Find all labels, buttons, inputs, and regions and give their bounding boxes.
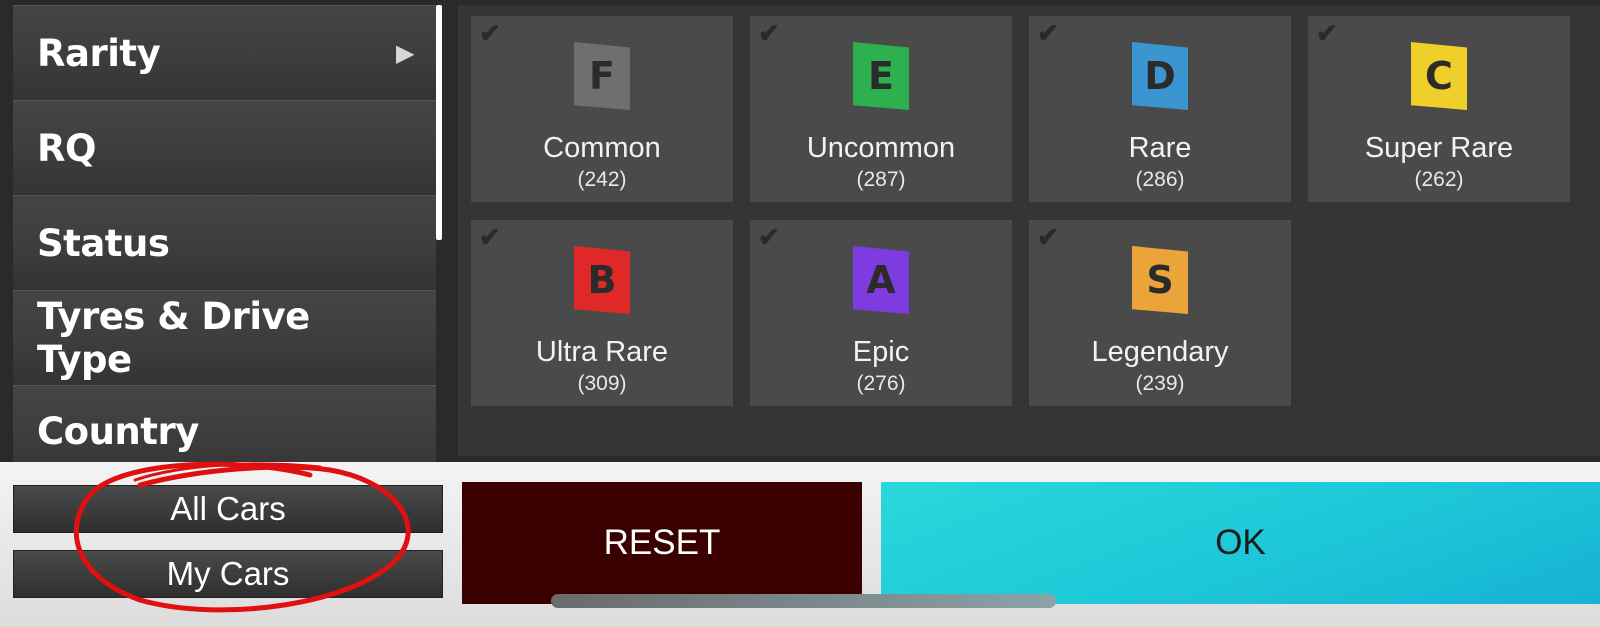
grade-badge: E: [853, 42, 909, 110]
rarity-tile-legendary[interactable]: ✔ S Legendary (239): [1029, 220, 1291, 406]
sidebar-item-label: Rarity: [37, 31, 161, 75]
annotation-circle-drawing: [73, 461, 411, 613]
rarity-name: Super Rare: [1364, 132, 1514, 164]
sidebar-item-label: Status: [37, 221, 170, 265]
checkmark-icon: ✔: [758, 18, 780, 48]
rarity-count: (286): [1135, 168, 1185, 191]
rarity-tile-uncommon[interactable]: ✔ E Uncommon (287): [750, 16, 1012, 202]
rarity-tile-rare[interactable]: ✔ D Rare (286): [1029, 16, 1291, 202]
filter-category-list: Rarity ▶ RQ Status Tyres & Drive Type Co…: [0, 0, 445, 462]
rarity-count: (262): [1414, 168, 1464, 191]
rarity-name: Rare: [1128, 132, 1192, 164]
checkmark-icon: ✔: [479, 222, 501, 252]
ok-button[interactable]: OK: [881, 482, 1600, 604]
rarity-count: (276): [856, 372, 906, 395]
rarity-tile-super-rare[interactable]: ✔ C Super Rare (262): [1308, 16, 1570, 202]
sidebar-item-label: RQ: [37, 126, 96, 170]
grade-badge: F: [574, 42, 630, 110]
grade-badge: S: [1132, 246, 1188, 314]
rarity-name: Ultra Rare: [535, 336, 669, 368]
checkmark-icon: ✔: [758, 222, 780, 252]
grade-badge: C: [1411, 42, 1467, 110]
rarity-name: Uncommon: [806, 132, 956, 164]
grade-badge: B: [574, 246, 630, 314]
rarity-count: (309): [577, 372, 627, 395]
rarity-name: Legendary: [1091, 336, 1229, 368]
rarity-tile-common[interactable]: ✔ F Common (242): [471, 16, 733, 202]
rarity-grid-panel: ✔ F Common (242) ✔ E Uncommon (287) ✔ D …: [458, 5, 1600, 456]
rarity-tile-epic[interactable]: ✔ A Epic (276): [750, 220, 1012, 406]
rarity-count: (239): [1135, 372, 1185, 395]
sidebar-item-country[interactable]: Country: [13, 385, 436, 462]
sidebar-item-label: Tyres & Drive Type: [37, 295, 310, 381]
sidebar-item-rarity[interactable]: Rarity ▶: [13, 5, 436, 100]
sidebar-item-tyres-drive-type[interactable]: Tyres & Drive Type: [13, 290, 436, 385]
grade-badge: A: [853, 246, 909, 314]
rarity-count: (287): [856, 168, 906, 191]
grade-badge: D: [1132, 42, 1188, 110]
rarity-tile-ultra-rare[interactable]: ✔ B Ultra Rare (309): [471, 220, 733, 406]
rarity-count: (242): [577, 168, 627, 191]
checkmark-icon: ✔: [1316, 18, 1338, 48]
checkmark-icon: ✔: [479, 18, 501, 48]
chevron-right-icon: ▶: [396, 39, 414, 67]
sidebar-item-label: Country: [37, 410, 199, 453]
sidebar-item-rq[interactable]: RQ: [13, 100, 436, 195]
checkmark-icon: ✔: [1037, 18, 1059, 48]
rarity-name: Epic: [852, 336, 910, 368]
rarity-name: Common: [543, 132, 661, 164]
sidebar-scrollbar[interactable]: [436, 5, 442, 240]
reset-button[interactable]: RESET: [462, 482, 862, 604]
checkmark-icon: ✔: [1037, 222, 1059, 252]
home-indicator-bar: [551, 594, 1056, 608]
sidebar-item-status[interactable]: Status: [13, 195, 436, 290]
